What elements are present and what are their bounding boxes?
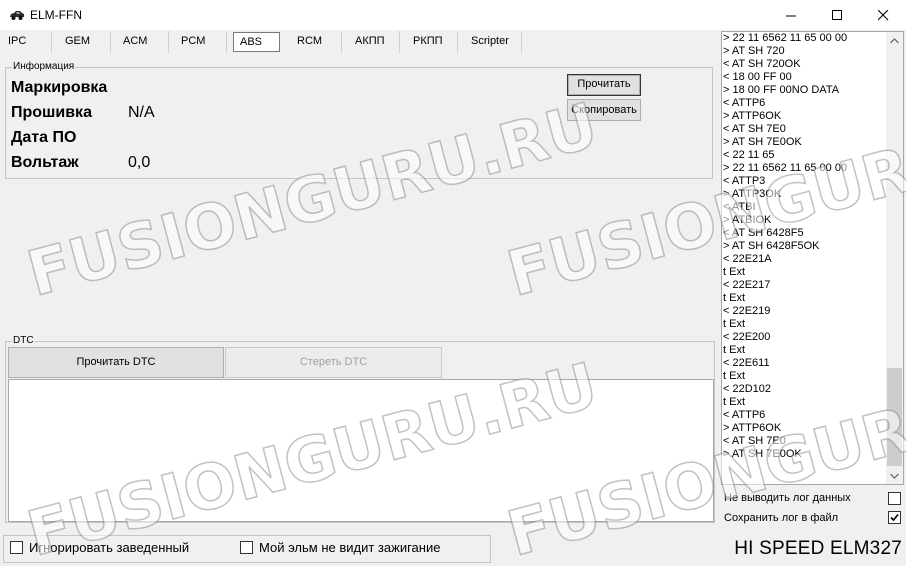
log-line: t Ext xyxy=(723,344,746,356)
connection-status: HI SPEED ELM327 xyxy=(734,538,902,559)
ignore-running-option[interactable]: Игнорировать заведенный xyxy=(10,540,189,555)
log-line: < AT SH 6428F5 xyxy=(723,227,804,239)
no-ignition-label: Мой эльм не видит зажигание xyxy=(259,540,441,555)
firmware-label: Прошивка xyxy=(11,104,92,121)
maximize-button[interactable] xyxy=(814,0,860,30)
log-line: < ATTP6 xyxy=(723,409,766,421)
log-line: > 18 00 FF 00NO DATA xyxy=(723,84,840,96)
dtc-list[interactable] xyxy=(8,379,714,522)
log-line: > ATTP6OK xyxy=(723,422,782,434)
ignore-running-checkbox[interactable] xyxy=(10,541,23,554)
no-log-data-label: Не выводить лог данных xyxy=(724,492,851,504)
log-line: < ATBI xyxy=(723,201,756,213)
no-log-data-checkbox[interactable] xyxy=(888,492,901,505)
window-client: IPC GEM ACM PCM ABS RCM АКПП РКПП Script… xyxy=(0,30,906,566)
log-line: t Ext xyxy=(723,266,746,278)
log-line: > ATBIOK xyxy=(723,214,772,226)
no-ignition-option[interactable]: Мой эльм не видит зажигание xyxy=(240,540,440,555)
bottom-bar: Игнорировать заведенный Мой эльм не види… xyxy=(0,532,906,566)
tab-akpp[interactable]: АКПП xyxy=(347,31,400,53)
log-line: < AT SH 7E0 xyxy=(723,435,786,447)
title-bar: ELM-FFN xyxy=(0,0,906,30)
firmware-value: N/A xyxy=(128,104,155,121)
log-line: > ATTP3OK xyxy=(723,188,782,200)
log-line: < ATTP3 xyxy=(723,175,766,187)
voltage-value: 0,0 xyxy=(128,154,151,171)
window-title: ELM-FFN xyxy=(30,8,82,22)
maximize-icon xyxy=(831,9,842,20)
log-line: > AT SH 6428F5OK xyxy=(723,240,820,252)
log-line: > ATTP6OK xyxy=(723,110,782,122)
tab-scripter[interactable]: Scripter xyxy=(463,31,522,53)
marking-label: Маркировка xyxy=(11,79,108,96)
log-line: > 22 11 6562 11 65 00 00 xyxy=(723,162,848,174)
log-line: < 22E21A xyxy=(723,253,772,265)
log-line: < AT SH 720OK xyxy=(723,58,801,70)
tab-rcm[interactable]: RCM xyxy=(289,31,342,53)
info-group: Информация Маркировка Прошивка N/A Дата … xyxy=(5,61,713,179)
log-line: t Ext xyxy=(723,318,746,330)
log-line: < AT SH 7E0 xyxy=(723,123,786,135)
chevron-up-icon xyxy=(890,37,899,43)
log-line: t Ext xyxy=(723,396,746,408)
clear-dtc-button[interactable]: Стереть DTC xyxy=(225,347,442,378)
log-line: t Ext xyxy=(723,370,746,382)
copy-info-button[interactable]: Скопировать xyxy=(567,99,641,121)
option-save-log[interactable]: Сохранить лог в файл xyxy=(721,508,904,528)
log-line: > AT SH 7E0OK xyxy=(723,136,802,148)
tab-pcm[interactable]: PCM xyxy=(173,31,227,53)
close-icon xyxy=(877,9,888,20)
voltage-label: Вольтаж xyxy=(11,154,79,171)
option-no-log-data[interactable]: Не выводить лог данных xyxy=(721,488,904,508)
tab-ipc[interactable]: IPC xyxy=(0,31,52,53)
close-button[interactable] xyxy=(860,0,906,30)
save-log-label: Сохранить лог в файл xyxy=(724,512,839,524)
log-line: t Ext xyxy=(723,292,746,304)
log-lines: > 22 11 6562 11 65 00 00 > AT SH 720 < AT … xyxy=(723,32,885,461)
software-date-label: Дата ПО xyxy=(11,129,77,146)
tab-gem[interactable]: GEM xyxy=(57,31,111,53)
no-ignition-checkbox[interactable] xyxy=(240,541,253,554)
read-dtc-button[interactable]: Прочитать DTC xyxy=(8,347,224,378)
log-line: < 22D102 xyxy=(723,383,772,395)
log-panel[interactable]: > 22 11 6562 11 65 00 00 > AT SH 720 < AT … xyxy=(721,31,904,485)
read-info-button[interactable]: Прочитать xyxy=(567,74,641,96)
car-app-icon xyxy=(10,11,24,20)
tab-rkpp[interactable]: РКПП xyxy=(405,31,458,53)
log-line: < 22 11 65 xyxy=(723,149,775,161)
log-line: < 18 00 FF 00 xyxy=(723,71,792,83)
minimize-button[interactable] xyxy=(768,0,814,30)
tab-acm[interactable]: ACM xyxy=(115,31,169,53)
log-line: < 22E611 xyxy=(723,357,770,369)
log-line: < 22E200 xyxy=(723,331,771,343)
log-line: < 22E219 xyxy=(723,305,771,317)
log-line: > AT SH 7E0OK xyxy=(723,448,802,460)
log-scrollbar[interactable] xyxy=(886,32,903,484)
chevron-down-icon xyxy=(890,473,899,479)
log-line: < 22E217 xyxy=(723,279,771,291)
dtc-group-title: DTC xyxy=(12,335,35,347)
save-log-checkbox[interactable] xyxy=(888,511,901,524)
minimize-icon xyxy=(785,15,796,16)
checkmark-icon xyxy=(890,513,899,522)
dtc-group: DTC Прочитать DTC Стереть DTC xyxy=(5,335,715,523)
info-group-title: Информация xyxy=(12,61,76,73)
scroll-thumb[interactable] xyxy=(887,368,902,466)
log-line: > AT SH 720 xyxy=(723,45,785,57)
ignore-running-label: Игнорировать заведенный xyxy=(29,540,190,555)
log-line: > 22 11 6562 11 65 00 00 xyxy=(723,32,848,44)
tab-abs[interactable]: ABS xyxy=(233,32,280,52)
log-line: < ATTP6 xyxy=(723,97,766,109)
scroll-up-button[interactable] xyxy=(886,32,903,49)
scroll-down-button[interactable] xyxy=(886,467,903,484)
module-tabs: IPC GEM ACM PCM ABS RCM АКПП РКПП Script… xyxy=(0,30,720,56)
